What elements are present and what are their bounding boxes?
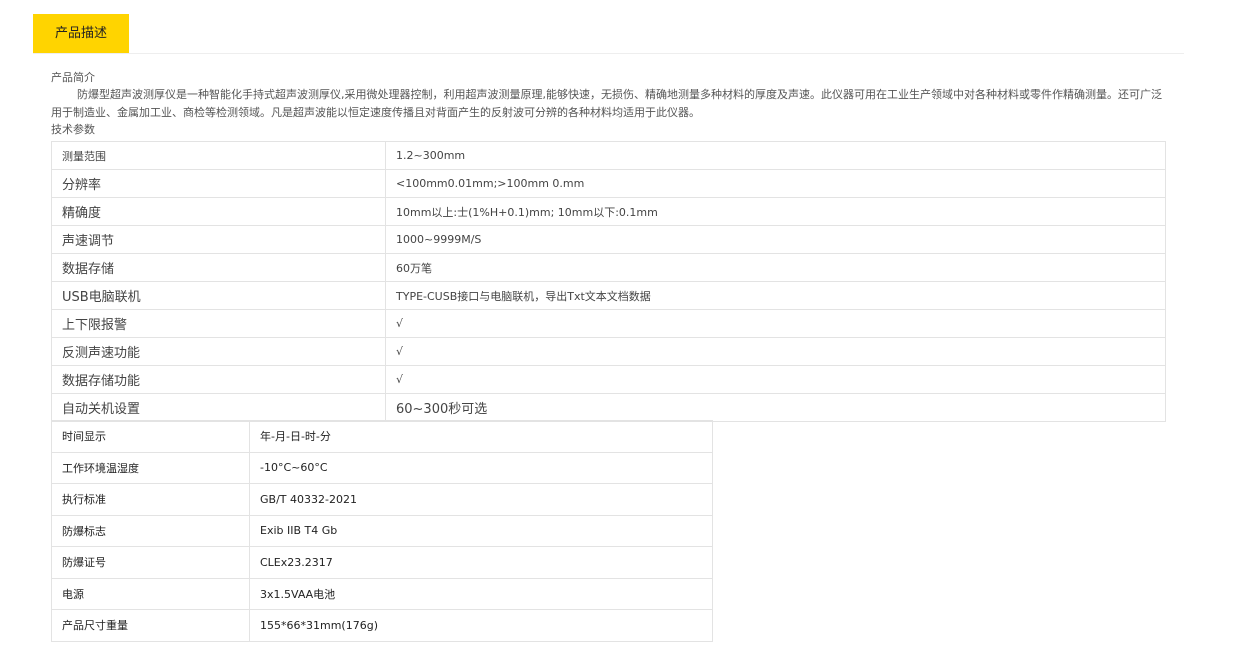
spec-value: -10°C~60°C — [249, 451, 713, 484]
tab-product-description[interactable]: 产品描述 — [33, 14, 129, 53]
spec-value: √ — [385, 365, 1166, 394]
table-row: 数据存储功能 √ — [51, 365, 1166, 394]
spec-value: Exib IIB T4 Gb — [249, 514, 713, 547]
spec-value: √ — [385, 337, 1166, 366]
tab-bar: 产品描述 — [33, 14, 1184, 54]
table-row: 自动关机设置 60~300秒可选 — [51, 393, 1166, 422]
spec-value: 60~300秒可选 — [385, 393, 1166, 422]
spec-key: 数据存储 — [51, 253, 386, 282]
spec-value: CLEx23.2317 — [249, 546, 713, 579]
intro-paragraph: 防爆型超声波测厚仪是一种智能化手持式超声波测厚仪,采用微处理器控制，利用超声波测… — [51, 88, 1162, 119]
product-intro-section: 产品简介 防爆型超声波测厚仪是一种智能化手持式超声波测厚仪,采用微处理器控制，利… — [51, 70, 1171, 138]
spec-value: √ — [385, 309, 1166, 338]
spec-value: 1.2~300mm — [385, 141, 1166, 170]
table-row: 产品尺寸重量 155*66*31mm(176g) — [51, 609, 713, 642]
spec-value: TYPE-CUSB接口与电脑联机，导出Txt文本文档数据 — [385, 281, 1166, 310]
tech-params-heading: 技术参数 — [51, 123, 95, 136]
spec-key: 数据存储功能 — [51, 365, 386, 394]
spec-value: 60万笔 — [385, 253, 1166, 282]
spec-value: 155*66*31mm(176g) — [249, 609, 713, 642]
spec-key: 上下限报警 — [51, 309, 386, 338]
table-row: 反测声速功能 √ — [51, 337, 1166, 366]
spec-key: 自动关机设置 — [51, 393, 386, 422]
table-row: 测量范围 1.2~300mm — [51, 141, 1166, 170]
spec-value: 年-月-日-时-分 — [249, 420, 713, 453]
table-row: 上下限报警 √ — [51, 309, 1166, 338]
spec-value: 1000~9999M/S — [385, 225, 1166, 254]
table-row: 防爆证号 CLEx23.2317 — [51, 546, 713, 579]
table-row: 时间显示 年-月-日-时-分 — [51, 420, 713, 453]
spec-key: 电源 — [51, 577, 250, 610]
intro-heading: 产品简介 — [51, 71, 95, 84]
spec-key: 时间显示 — [51, 420, 250, 453]
table-row: 执行标准 GB/T 40332-2021 — [51, 483, 713, 516]
spec-value: 10mm以上:士(1%H+0.1)mm; 10mm以下:0.1mm — [385, 197, 1166, 226]
spec-value: <100mm0.01mm;>100mm 0.mm — [385, 169, 1166, 198]
spec-key: 声速调节 — [51, 225, 386, 254]
table-row: 工作环境温湿度 -10°C~60°C — [51, 451, 713, 484]
table-row: 声速调节 1000~9999M/S — [51, 225, 1166, 254]
spec-table-primary: 测量范围 1.2~300mm 分辨率 <100mm0.01mm;>100mm 0… — [51, 141, 1166, 422]
table-row: 防爆标志 Exib IIB T4 Gb — [51, 514, 713, 547]
spec-key: 执行标准 — [51, 483, 250, 516]
spec-key: 工作环境温湿度 — [51, 451, 250, 484]
table-row: 分辨率 <100mm0.01mm;>100mm 0.mm — [51, 169, 1166, 198]
spec-key: 防爆证号 — [51, 546, 250, 579]
spec-key: 精确度 — [51, 197, 386, 226]
spec-value: 3x1.5VAA电池 — [249, 577, 713, 610]
table-row: USB电脑联机 TYPE-CUSB接口与电脑联机，导出Txt文本文档数据 — [51, 281, 1166, 310]
table-row: 精确度 10mm以上:士(1%H+0.1)mm; 10mm以下:0.1mm — [51, 197, 1166, 226]
spec-table-secondary: 时间显示 年-月-日-时-分 工作环境温湿度 -10°C~60°C 执行标准 G… — [51, 420, 713, 642]
spec-key: 测量范围 — [51, 141, 386, 170]
table-row: 电源 3x1.5VAA电池 — [51, 577, 713, 610]
spec-key: USB电脑联机 — [51, 281, 386, 310]
spec-key: 防爆标志 — [51, 514, 250, 547]
spec-value: GB/T 40332-2021 — [249, 483, 713, 516]
spec-key: 产品尺寸重量 — [51, 609, 250, 642]
spec-key: 反测声速功能 — [51, 337, 386, 366]
spec-key: 分辨率 — [51, 169, 386, 198]
table-row: 数据存储 60万笔 — [51, 253, 1166, 282]
